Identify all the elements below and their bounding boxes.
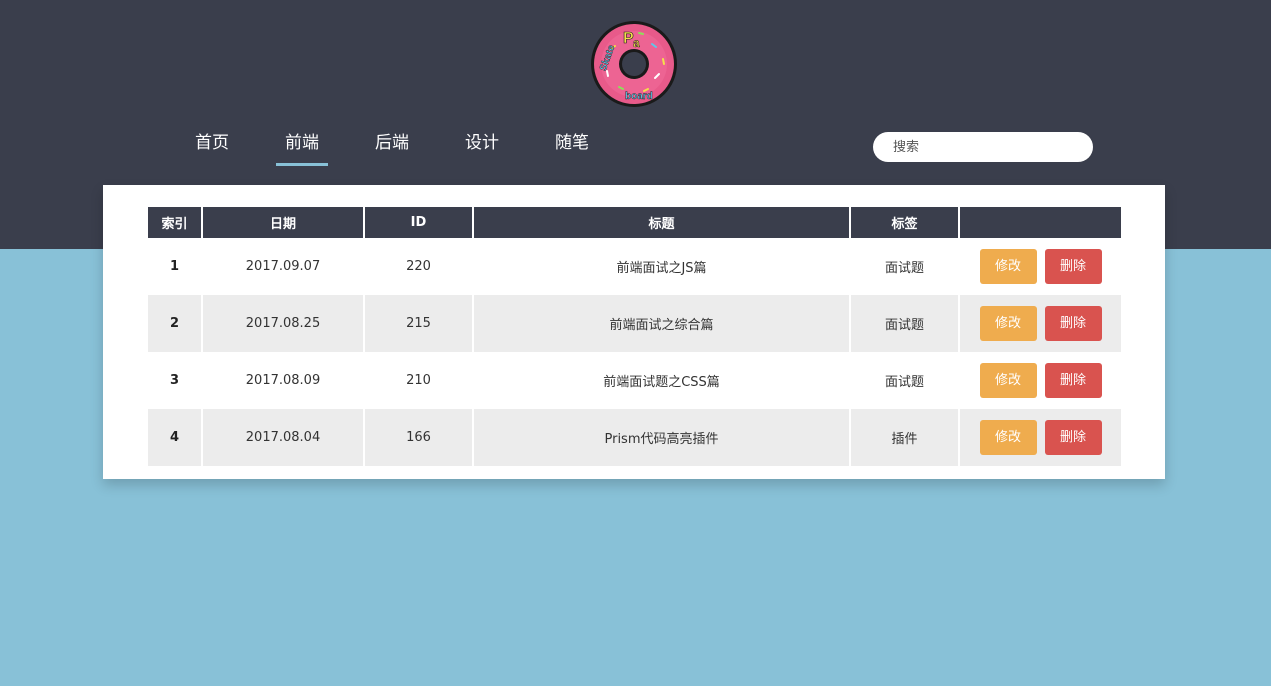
row-title: 前端面试之JS篇 [616,261,707,276]
row-actions: 修改 删除 [960,409,1121,466]
row-id: 166 [365,409,472,466]
row-date: 2017.09.07 [245,259,321,274]
edit-button[interactable]: 修改 [979,249,1037,284]
table-row: 1 2017.09.07 220 前端面试之JS篇 面试题 修改 删除 [148,238,1121,295]
row-tag: 面试题 [884,375,924,390]
delete-button[interactable]: 删除 [1044,306,1102,341]
column-header-id: ID [365,207,472,238]
nav-item-backend[interactable]: 后端 [347,128,437,164]
row-title: 前端面试题之CSS篇 [603,375,720,390]
column-header-title: 标题 [474,207,849,238]
table-row: 3 2017.08.09 210 前端面试题之CSS篇 面试题 修改 删除 [148,352,1121,409]
search-input[interactable] [873,132,1093,162]
row-id: 210 [406,373,431,388]
table-row: 4 2017.08.04 166 Prism代码高亮插件 插件 修改 删除 [148,409,1121,466]
row-actions: 修改 删除 [960,295,1121,352]
row-actions: 修改 删除 [960,238,1121,295]
edit-button[interactable]: 修改 [979,306,1037,341]
row-index: 1 [169,259,180,274]
delete-button[interactable]: 删除 [1044,420,1102,455]
donut-logo-icon[interactable]: P a Skate board [589,19,679,109]
table-header-row: 索引 日期 ID 标题 标签 [148,207,1121,238]
row-id: 220 [406,259,431,274]
row-id: 215 [365,295,472,352]
column-header-index: 索引 [148,207,201,238]
row-title: 前端面试之综合篇 [474,295,849,352]
row-index: 2 [148,295,201,352]
row-tag: 面试题 [851,295,958,352]
table-row: 2 2017.08.25 215 前端面试之综合篇 面试题 修改 删除 [148,295,1121,352]
row-index: 4 [148,409,201,466]
delete-button[interactable]: 删除 [1044,363,1102,398]
svg-text:a: a [633,36,640,50]
edit-button[interactable]: 修改 [979,420,1037,455]
nav-item-design[interactable]: 设计 [437,128,527,164]
row-date: 2017.08.09 [245,373,321,388]
edit-button[interactable]: 修改 [979,363,1037,398]
articles-table: 索引 日期 ID 标题 标签 1 2017.09.07 220 前端面试之JS篇… [146,207,1123,466]
nav-item-essays[interactable]: 随笔 [527,128,617,164]
nav-item-frontend[interactable]: 前端 [257,128,347,166]
content-card: 索引 日期 ID 标题 标签 1 2017.09.07 220 前端面试之JS篇… [103,185,1165,479]
row-date: 2017.08.25 [203,295,363,352]
main-nav: 首页 前端 后端 设计 随笔 [167,128,617,166]
row-title: Prism代码高亮插件 [474,409,849,466]
column-header-tag: 标签 [851,207,958,238]
column-header-actions [960,207,1121,238]
svg-text:board: board [625,91,653,102]
nav-item-home[interactable]: 首页 [167,128,257,164]
row-date: 2017.08.04 [203,409,363,466]
row-tag: 面试题 [884,261,924,276]
row-tag: 插件 [851,409,958,466]
column-header-date: 日期 [203,207,363,238]
row-index: 3 [169,373,180,388]
delete-button[interactable]: 删除 [1044,249,1102,284]
row-actions: 修改 删除 [960,352,1121,409]
